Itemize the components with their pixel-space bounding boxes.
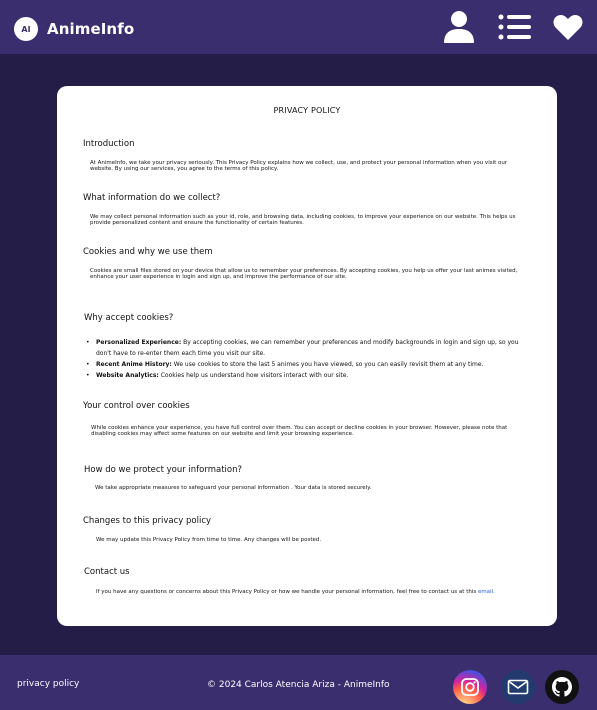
changes-text: We may update this Privacy Policy from t… [96, 537, 322, 543]
contact-body: If you have any questions or concerns ab… [96, 589, 478, 595]
copyright-text: © 2024 Carlos Atencia Ariza - AnimeInfo [207, 680, 390, 690]
cookies-heading: Cookies and why we use them [83, 247, 213, 257]
brand-name[interactable]: AnimeInfo [47, 20, 134, 38]
cookies-text: Cookies are small files stored on your d… [90, 268, 518, 281]
privacy-policy-link[interactable]: privacy policy [17, 679, 79, 689]
contact-text: If you have any questions or concerns ab… [96, 589, 536, 595]
top-nav: AI AnimeInfo [0, 0, 597, 54]
collect-text: We may collect personal information such… [90, 214, 516, 227]
list-item: Personalized Experience: By accepting co… [86, 337, 521, 359]
github-icon[interactable] [545, 670, 579, 704]
email-link[interactable]: email. [478, 589, 495, 595]
footer: privacy policy © 2024 Carlos Atencia Ari… [0, 655, 597, 710]
changes-heading: Changes to this privacy policy [83, 516, 212, 526]
logo-icon[interactable]: AI [14, 17, 38, 41]
control-heading: Your control over cookies [83, 401, 190, 411]
item-label: Personalized Experience: [96, 339, 182, 346]
contact-heading: Contact us [84, 567, 130, 577]
list-item: Recent Anime History: We use cookies to … [86, 359, 521, 370]
privacy-policy-card: PRIVACY POLICY Introduction At AnimeInfo… [57, 86, 557, 626]
email-icon[interactable] [501, 670, 535, 704]
item-label: Recent Anime History: [96, 361, 172, 368]
logo-text: AI [21, 24, 31, 34]
collect-heading: What information do we collect? [83, 193, 221, 203]
protect-text: We take appropriate measures to safeguar… [95, 485, 372, 491]
user-icon[interactable] [442, 10, 476, 44]
menu-icon[interactable] [497, 10, 533, 44]
control-text: While cookies enhance your experience, y… [91, 425, 508, 438]
intro-text: At AnimeInfo, we take your privacy serio… [90, 160, 508, 173]
accept-heading: Why accept cookies? [84, 313, 174, 323]
item-label: Website Analytics: [96, 372, 159, 379]
item-text: We use cookies to store the last 5 anime… [171, 361, 484, 368]
accept-list: Personalized Experience: By accepting co… [86, 337, 521, 381]
page-title: PRIVACY POLICY [273, 106, 341, 115]
protect-heading: How do we protect your information? [84, 465, 242, 475]
item-text: Cookies help us understand how visitors … [158, 372, 349, 379]
list-item: Website Analytics: Cookies help us under… [86, 370, 521, 381]
instagram-icon[interactable] [453, 670, 487, 704]
heart-icon[interactable] [552, 10, 584, 44]
intro-heading: Introduction [83, 139, 135, 149]
